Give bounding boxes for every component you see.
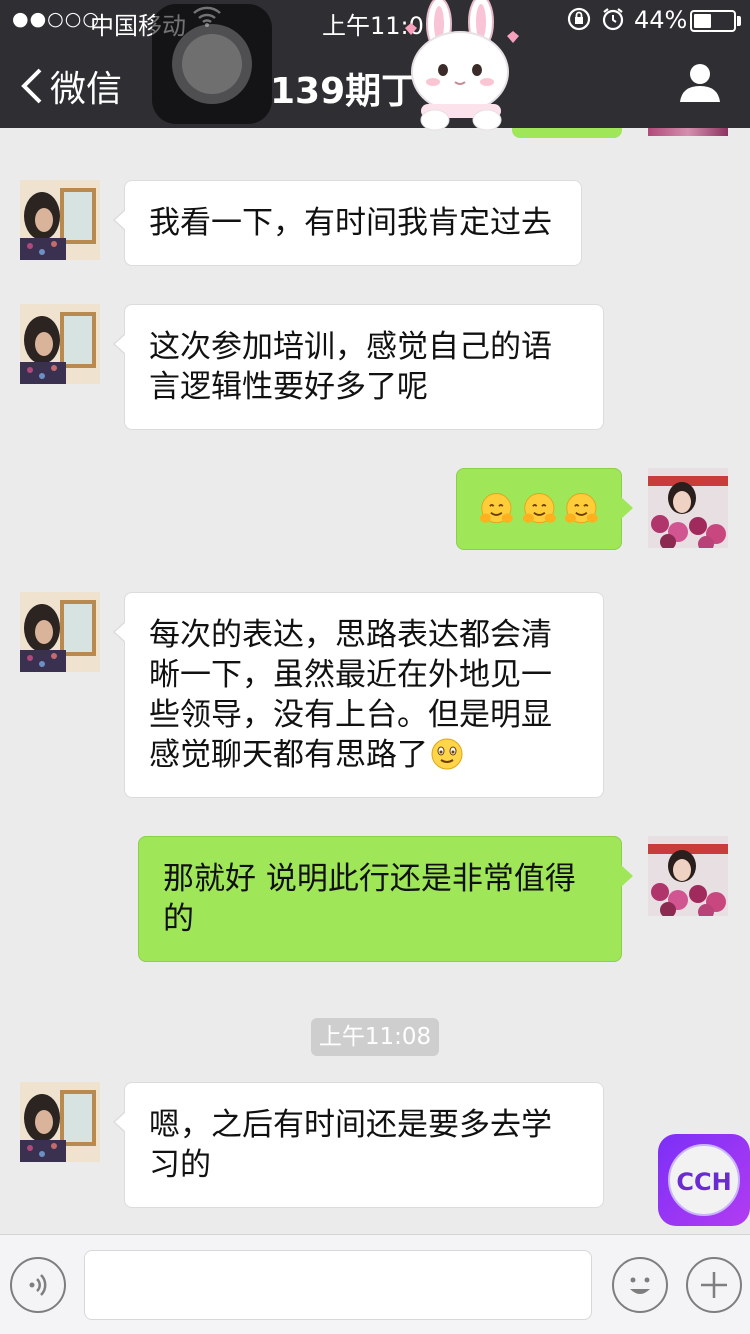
more-button[interactable] xyxy=(686,1257,742,1313)
battery-level xyxy=(694,14,711,28)
battery-percent: 44% xyxy=(634,6,688,34)
assistive-touch-button[interactable] xyxy=(152,4,272,124)
rabbit-sticker xyxy=(405,0,519,131)
voice-icon xyxy=(29,1274,47,1296)
time-divider: 上午11:08 xyxy=(311,1018,439,1056)
header: ●●○○○ 中国移动 上午11:0 44% 微信 139期丁 xyxy=(0,0,750,131)
my-avatar[interactable] xyxy=(648,468,728,548)
nav-bar: 微信 139期丁 xyxy=(0,40,750,128)
chevron-left-icon xyxy=(21,68,42,104)
contact-avatar[interactable] xyxy=(20,304,100,384)
message-input[interactable] xyxy=(84,1250,592,1320)
my-avatar[interactable] xyxy=(648,836,728,916)
battery-icon xyxy=(690,10,736,32)
message-text: 这次参加培训，感觉自己的语言逻辑性要好多了呢 xyxy=(149,329,552,405)
emoji-button[interactable] xyxy=(612,1257,668,1313)
message-bubble-received[interactable]: 这次参加培训，感觉自己的语言逻辑性要好多了呢 xyxy=(113,304,604,430)
message-bubble-received[interactable]: 我看一下，有时间我肯定过去 xyxy=(113,180,582,266)
voice-button[interactable] xyxy=(10,1257,66,1313)
status-bar: ●●○○○ 中国移动 上午11:0 44% xyxy=(0,0,750,40)
message-bubble-received[interactable]: 嗯，之后有时间还是要多去学习的 xyxy=(113,1082,604,1208)
cch-floating-button[interactable]: CCH xyxy=(658,1134,750,1226)
smiling-face-emoji xyxy=(431,738,463,770)
hug-face-emoji xyxy=(565,493,599,524)
assistive-touch-dot xyxy=(182,34,242,94)
contact-avatar[interactable] xyxy=(20,180,100,260)
back-button[interactable]: 微信 xyxy=(18,60,122,112)
hug-face-emoji xyxy=(479,493,513,524)
hug-face-emoji xyxy=(522,493,556,524)
message-text: 每次的表达，思路表达都会清晰一下，虽然最近在外地见一些领导，没有上台。但是明显感… xyxy=(149,617,552,773)
emoji-icon xyxy=(630,1277,650,1294)
message-text: 我看一下，有时间我肯定过去 xyxy=(149,205,552,241)
message-bubble-received[interactable]: 每次的表达，思路表达都会清晰一下，虽然最近在外地见一些领导，没有上台。但是明显感… xyxy=(113,592,604,798)
contact-avatar[interactable] xyxy=(20,592,100,672)
input-toolbar xyxy=(0,1234,750,1334)
alarm-icon xyxy=(602,8,624,31)
person-icon[interactable] xyxy=(676,58,724,106)
plus-icon xyxy=(701,1272,727,1298)
orientation-lock-icon xyxy=(567,7,591,31)
battery-tip xyxy=(737,16,741,26)
contact-avatar[interactable] xyxy=(20,1082,100,1162)
back-label: 微信 xyxy=(50,69,123,110)
message-text: 嗯，之后有时间还是要多去学习的 xyxy=(149,1107,552,1183)
message-text: 那就好 说明此行还是非常值得的 xyxy=(163,861,576,937)
signal-strength: ●●○○○ xyxy=(12,8,100,30)
message-bubble-sent[interactable]: 那就好 说明此行还是非常值得的 xyxy=(138,836,633,962)
message-bubble-sent[interactable] xyxy=(456,468,633,550)
cch-label: CCH xyxy=(668,1144,740,1216)
